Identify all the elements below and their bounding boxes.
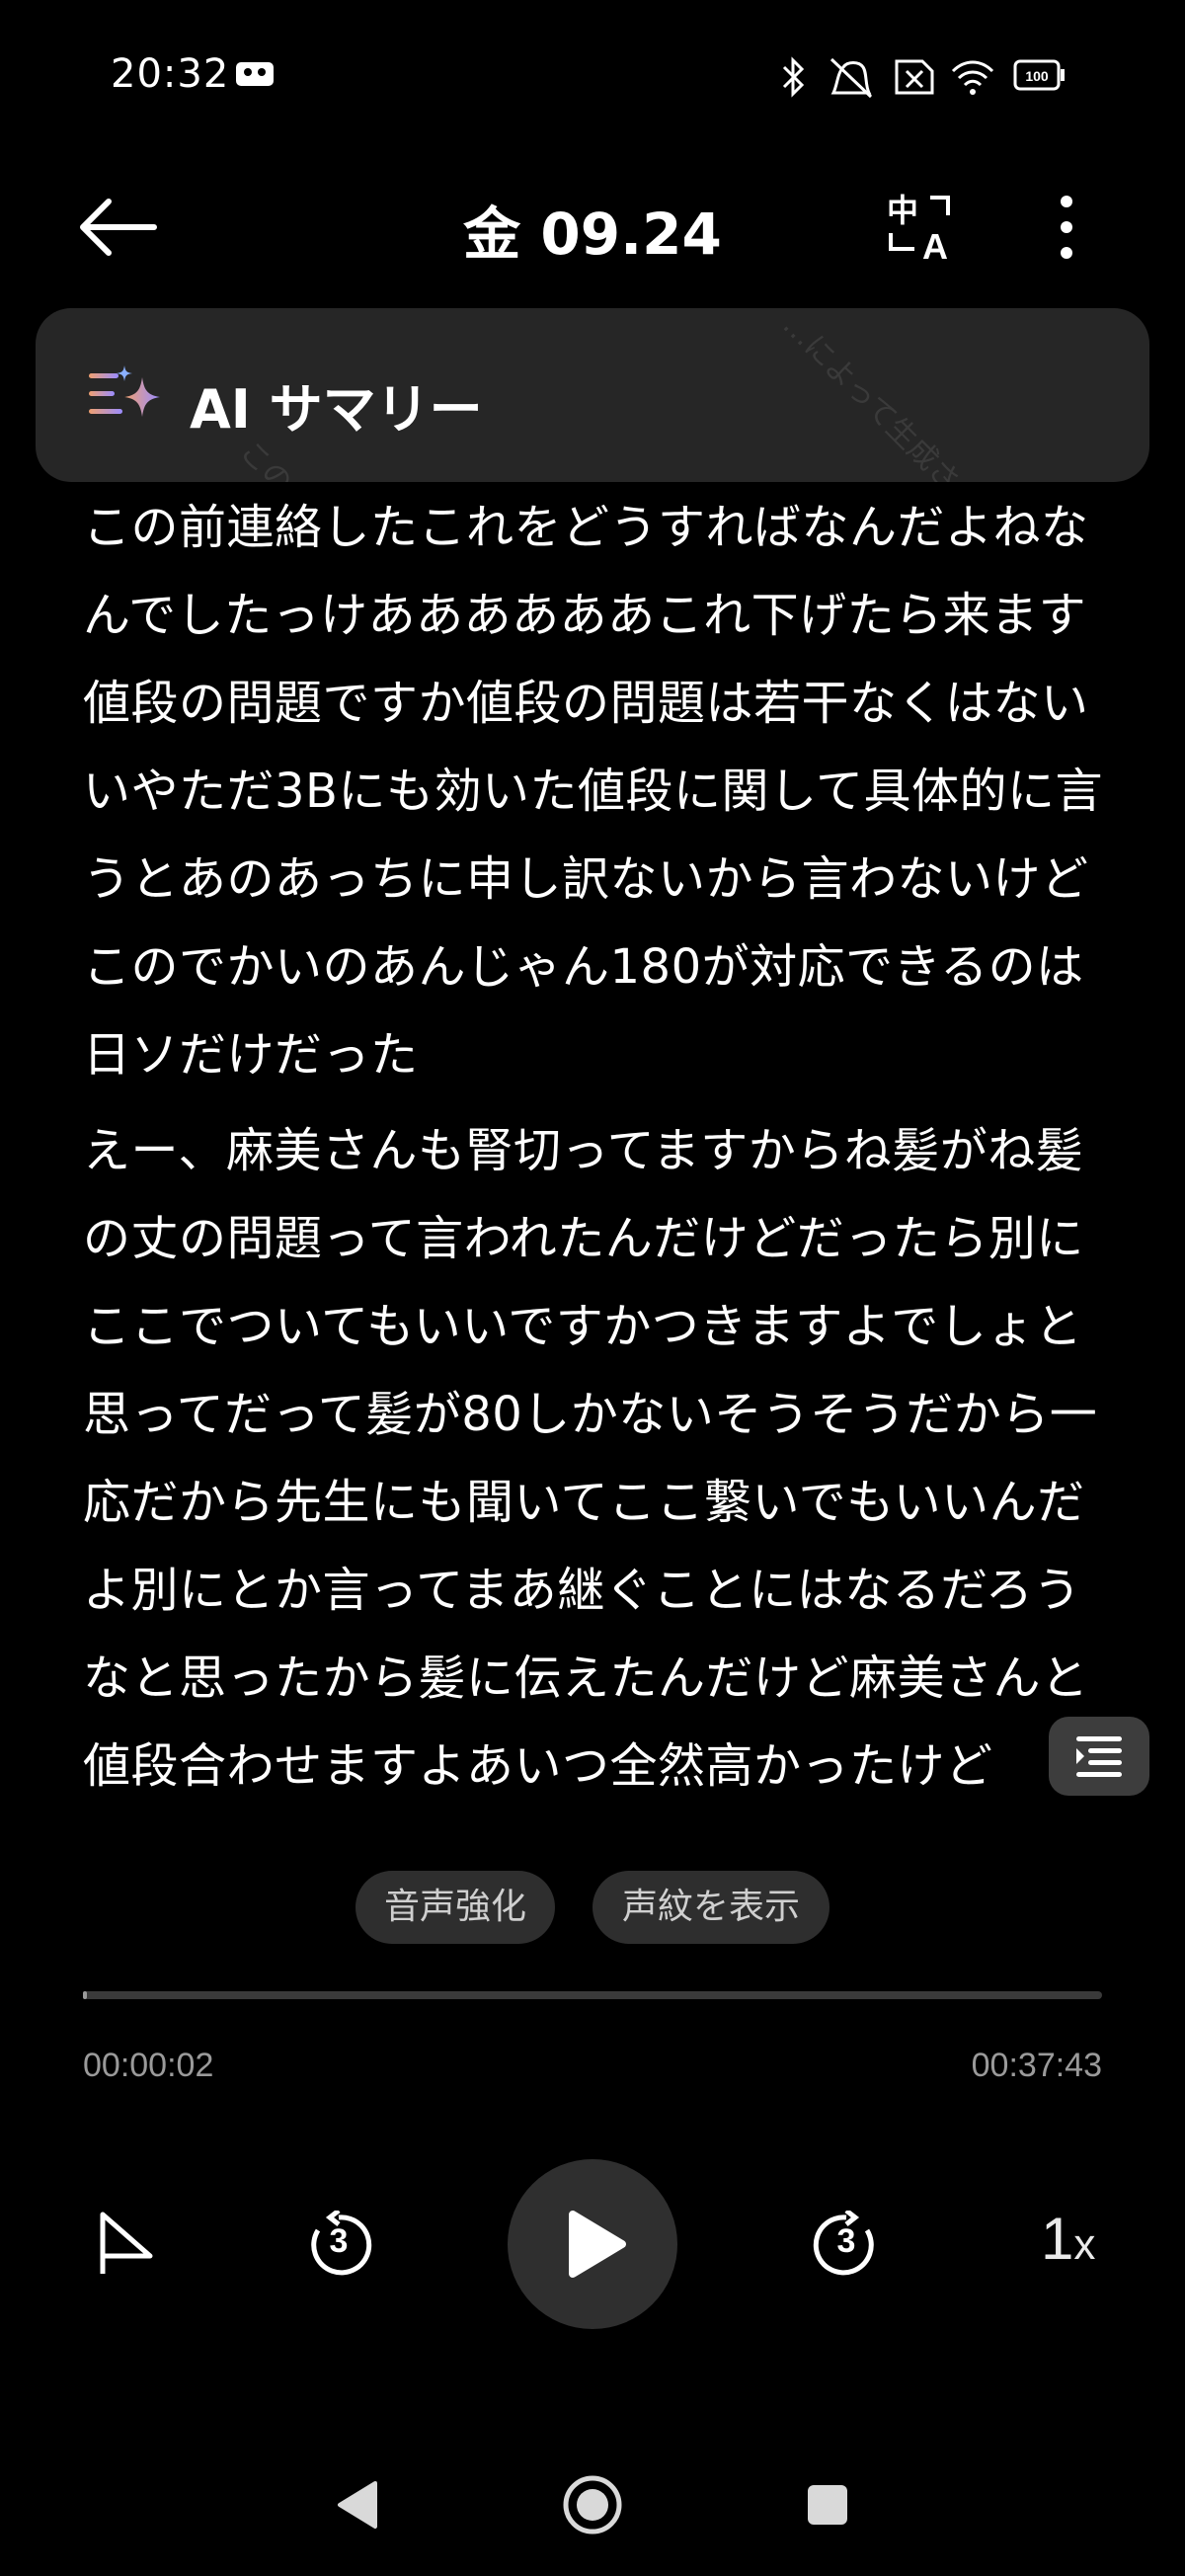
svg-text:100: 100 <box>1025 68 1049 84</box>
page-title: 金 09.24 <box>463 201 722 268</box>
ai-summary-card[interactable]: この…れています。 …によって生成さ… AI サマリー <box>36 308 1149 482</box>
screen-record-icon <box>236 62 274 86</box>
rewind-button[interactable]: 3 <box>304 2209 373 2280</box>
seek-bar[interactable] <box>83 1991 1102 1999</box>
transcript-paragraph: えー、麻美さんも腎切ってますからね髪がね髪の丈の問題って言われたんだけどだったら… <box>83 1123 1098 1794</box>
show-voiceprint-chip[interactable]: 声紋を表示 <box>592 1871 830 1944</box>
outline-list-button[interactable] <box>1049 1717 1149 1796</box>
vibrate-off-icon <box>830 57 873 99</box>
flag-marker-icon[interactable] <box>97 2211 154 2276</box>
rewind-seconds: 3 <box>329 2222 349 2260</box>
play-icon <box>569 2211 626 2278</box>
nav-back-icon[interactable] <box>334 2479 381 2531</box>
forward-seconds: 3 <box>836 2222 856 2260</box>
nav-home-icon[interactable] <box>561 2473 624 2536</box>
transcript-paragraph: この前連絡したこれをどうすればなんだよねなんでしたっけああああああこれ下げたら来… <box>83 500 1104 1083</box>
nav-recents-icon[interactable] <box>806 2483 849 2527</box>
more-vert-icon[interactable] <box>1047 190 1086 265</box>
translate-icon[interactable]: 中 A <box>885 190 958 263</box>
total-time: 00:37:43 <box>971 2047 1102 2084</box>
system-nav-bar <box>0 2459 1185 2548</box>
ai-sparkle-icon <box>89 365 160 417</box>
speed-value: 1 <box>1041 2206 1074 2272</box>
svg-text:中: 中 <box>887 192 918 229</box>
app-bar: 金 09.24 中 A <box>0 168 1185 286</box>
no-sim-icon <box>895 59 934 95</box>
play-button[interactable] <box>508 2159 677 2329</box>
watermark-text: …によって生成さ… <box>775 308 988 482</box>
enhance-voice-chip[interactable]: 音声強化 <box>356 1871 555 1944</box>
current-time: 00:00:02 <box>83 2047 214 2084</box>
status-bar: 20:32 100 <box>0 0 1185 148</box>
playback-speed-button[interactable]: 1x <box>1041 2205 1095 2273</box>
list-icon <box>1076 1736 1122 1777</box>
speed-suffix: x <box>1073 2220 1096 2269</box>
wifi-icon <box>951 60 994 95</box>
svg-text:A: A <box>922 226 948 263</box>
forward-button[interactable]: 3 <box>812 2209 881 2280</box>
transcript-text: この前連絡したこれをどうすればなんだよねなんでしたっけああああああこれ下げたら来… <box>83 484 1110 1833</box>
status-time: 20:32 <box>111 51 230 97</box>
battery-icon: 100 <box>1013 59 1065 91</box>
bluetooth-icon <box>782 56 805 98</box>
seek-progress <box>83 1991 88 1999</box>
ai-summary-label: AI サマリー <box>190 378 483 441</box>
